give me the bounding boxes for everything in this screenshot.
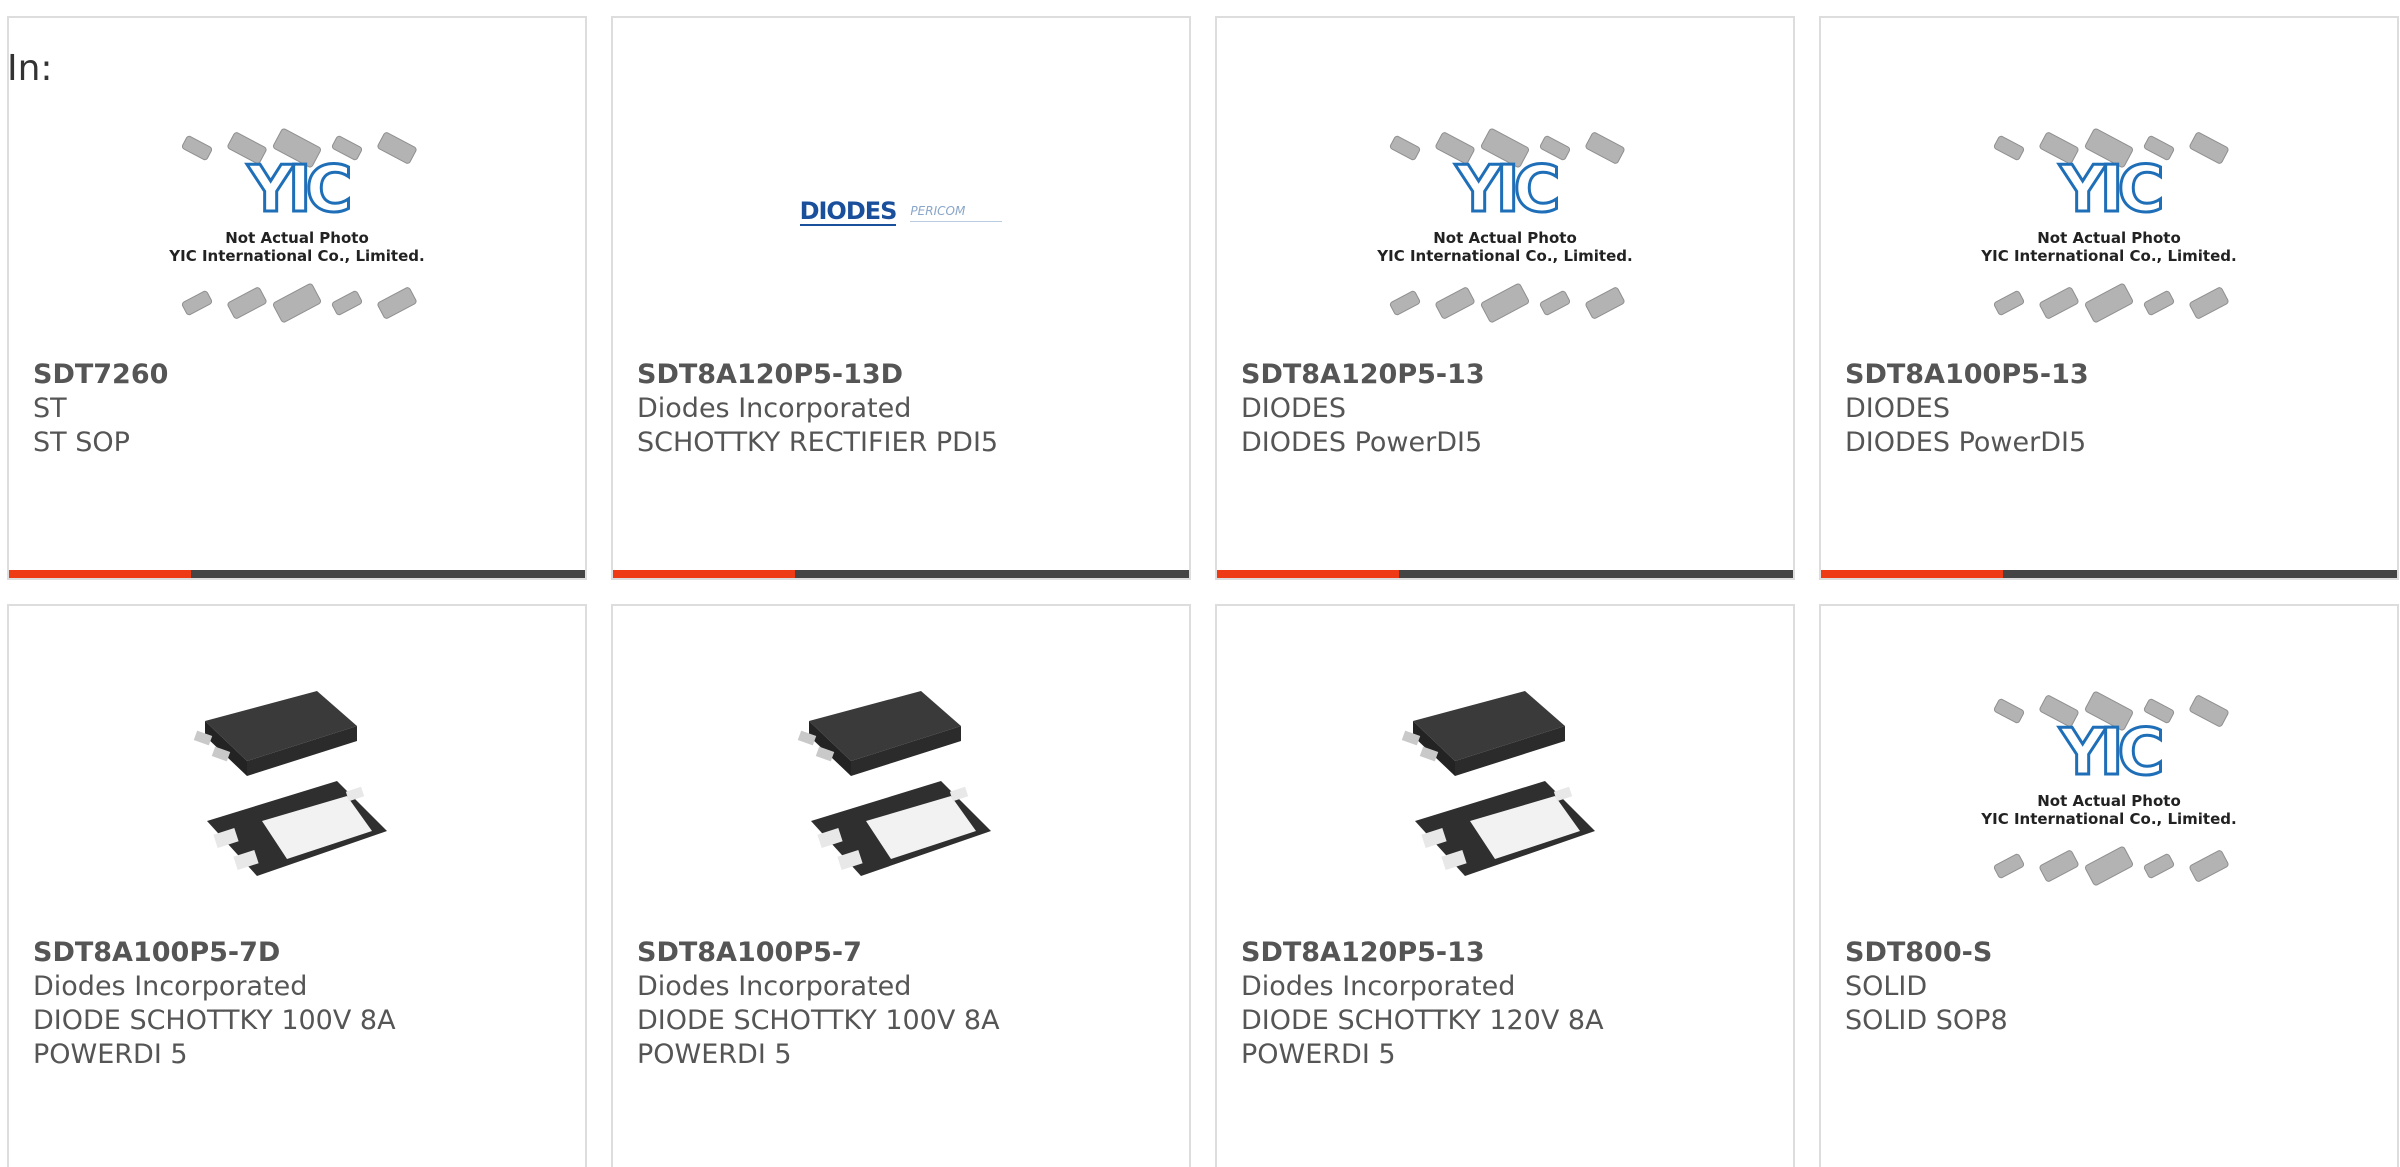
yic-brand-mark: YIC [2058,716,2160,790]
description: DIODE SCHOTTKY 100V 8A [637,1005,1000,1036]
placeholder-line-2: YIC International Co., Limited. [1376,247,1632,265]
yic-brand-mark: YIC [2058,153,2160,227]
description: DIODE SCHOTTKY 120V 8A [1241,1005,1604,1036]
description: ST SOP [33,427,130,458]
card-accent [1217,570,1399,578]
placeholder-line-1: Not Actual Photo [225,229,369,247]
card-accent [613,570,795,578]
manufacturer: Diodes Incorporated [637,971,912,1002]
product-card[interactable]: YIC Not Actual Photo YIC International C… [1819,16,2399,580]
product-card[interactable]: SDT8A100P5-7D Diodes Incorporated DIODE … [7,604,587,1167]
card-bottom-bar [1217,570,1793,578]
product-card[interactable]: SDT8A120P5-13 Diodes Incorporated DIODE … [1215,604,1795,1167]
card-bottom-bar [9,570,585,578]
pericom-logo-text: PERICOM [910,204,1003,222]
powerdi5-package-svg [1395,681,1615,901]
manufacturer: DIODES [1241,393,1346,424]
description: SOLID SOP8 [1845,1005,2008,1036]
manufacturer: Diodes Incorporated [637,393,912,424]
yic-placeholder-svg: YIC Not Actual Photo YIC International C… [1980,128,2237,323]
diodes-logo-text: DIODES [799,197,897,226]
product-grid-page: In: YIC Not Actual Photo YIC Internation… [0,0,2400,1167]
yic-brand-mark: YIC [246,153,348,227]
powerdi5-package-image [613,666,1189,916]
in-label: In: [7,48,53,89]
product-info: SDT800-S SOLID SOLID SOP8 [1845,936,2377,1038]
not-actual-photo-image: YIC Not Actual Photo YIC International C… [1217,98,1793,358]
manufacturer: DIODES [1845,393,1950,424]
powerdi5-package-image [1217,666,1793,916]
part-number-link[interactable]: SDT800-S [1845,936,2377,970]
package: POWERDI 5 [1241,1039,1396,1070]
not-actual-photo-image: YIC Not Actual Photo YIC International C… [1821,98,2397,358]
product-info: SDT8A100P5-7 Diodes Incorporated DIODE S… [637,936,1169,1072]
placeholder-line-1: Not Actual Photo [2037,792,2181,810]
product-grid-row-2: SDT8A100P5-7D Diodes Incorporated DIODE … [7,604,2400,1167]
description: SCHOTTKY RECTIFIER PDI5 [637,427,999,458]
product-card[interactable]: DIODES PERICOM SDT8A120P5-13D Diodes Inc… [611,16,1191,580]
diodes-logo-image: DIODES PERICOM [613,98,1189,358]
card-accent [1821,570,2003,578]
not-actual-photo-image: YIC Not Actual Photo YIC International C… [9,98,585,358]
product-info: SDT8A120P5-13D Diodes Incorporated SCHOT… [637,358,1169,460]
part-number-link[interactable]: SDT8A120P5-13 [1241,358,1773,392]
product-card[interactable]: YIC Not Actual Photo YIC International C… [7,16,587,580]
yic-placeholder-svg: YIC Not Actual Photo YIC International C… [1376,128,1633,323]
manufacturer: Diodes Incorporated [33,971,308,1002]
product-info: SDT8A100P5-13 DIODES DIODES PowerDI5 [1845,358,2377,460]
placeholder-line-2: YIC International Co., Limited. [168,247,424,265]
placeholder-line-1: Not Actual Photo [2037,229,2181,247]
description: DIODES PowerDI5 [1845,427,2087,458]
placeholder-line-2: YIC International Co., Limited. [1980,247,2236,265]
card-bottom-bar [613,570,1189,578]
manufacturer: ST [33,393,67,424]
powerdi5-package-svg [187,681,407,901]
part-number-link[interactable]: SDT8A120P5-13D [637,358,1169,392]
card-accent [9,570,191,578]
part-number-link[interactable]: SDT8A100P5-7D [33,936,565,970]
part-number-link[interactable]: SDT8A120P5-13 [1241,936,1773,970]
placeholder-line-2: YIC International Co., Limited. [1980,810,2236,828]
powerdi5-package-image [9,666,585,916]
placeholder-line-1: Not Actual Photo [1433,229,1577,247]
card-bottom-bar [1821,570,2397,578]
yic-placeholder-svg: YIC Not Actual Photo YIC International C… [1980,691,2237,886]
yic-brand-mark: YIC [1454,153,1556,227]
diodes-logo: DIODES PERICOM [799,197,1003,226]
not-actual-photo-image: YIC Not Actual Photo YIC International C… [1821,666,2397,916]
product-info: SDT7260 ST ST SOP [33,358,565,460]
yic-placeholder-svg: YIC Not Actual Photo YIC International C… [168,128,425,323]
powerdi5-package-svg [791,681,1011,901]
product-grid: YIC Not Actual Photo YIC International C… [7,16,2400,580]
package: POWERDI 5 [637,1039,792,1070]
manufacturer: SOLID [1845,971,1928,1002]
product-card[interactable]: YIC Not Actual Photo YIC International C… [1215,16,1795,580]
manufacturer: Diodes Incorporated [1241,971,1516,1002]
part-number-link[interactable]: SDT7260 [33,358,565,392]
product-info: SDT8A100P5-7D Diodes Incorporated DIODE … [33,936,565,1072]
description: DIODE SCHOTTKY 100V 8A [33,1005,396,1036]
description: DIODES PowerDI5 [1241,427,1483,458]
package: POWERDI 5 [33,1039,188,1070]
part-number-link[interactable]: SDT8A100P5-13 [1845,358,2377,392]
product-info: SDT8A120P5-13 DIODES DIODES PowerDI5 [1241,358,1773,460]
product-card[interactable]: SDT8A100P5-7 Diodes Incorporated DIODE S… [611,604,1191,1167]
product-info: SDT8A120P5-13 Diodes Incorporated DIODE … [1241,936,1773,1072]
part-number-link[interactable]: SDT8A100P5-7 [637,936,1169,970]
product-card[interactable]: YIC Not Actual Photo YIC International C… [1819,604,2399,1167]
